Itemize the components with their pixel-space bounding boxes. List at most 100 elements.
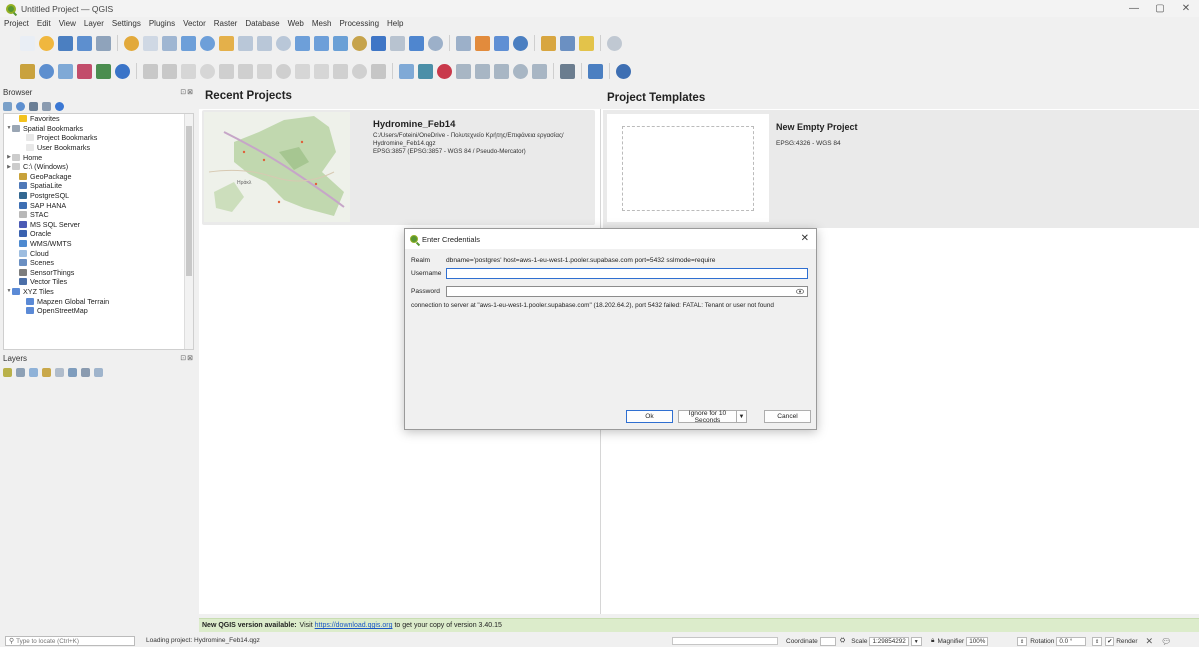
toolbar-tool-icon[interactable] (437, 63, 452, 79)
toolbar-tool-icon[interactable] (616, 63, 631, 79)
toolbar-tool-icon[interactable] (532, 63, 547, 79)
toolbar-tool-icon[interactable] (409, 35, 424, 51)
info-icon[interactable] (55, 101, 64, 111)
toolbar-tool-icon[interactable] (58, 35, 73, 51)
scale-dropdown-icon[interactable]: ▼ (910, 636, 922, 646)
browser-tree[interactable]: Favorites ▼ Spatial Bookmarks Project Bookm… (3, 113, 194, 350)
rotation-spin-icon[interactable]: ⇕ (1092, 636, 1103, 646)
toolbar-tool-icon[interactable] (352, 63, 367, 79)
browser-scrollbar[interactable] (184, 114, 193, 349)
toolbar-tool-icon[interactable] (257, 63, 272, 79)
toolbar-tool-icon[interactable] (295, 35, 310, 51)
filter-legend-icon[interactable] (42, 367, 51, 377)
filter-icon[interactable] (29, 101, 38, 111)
toolbar-tool-icon[interactable] (219, 35, 234, 51)
toolbar-tool-icon[interactable] (96, 63, 111, 79)
toolbar-tool-icon[interactable] (276, 63, 291, 79)
toolbar-tool-icon[interactable] (588, 63, 603, 79)
toolbar-tool-icon[interactable] (399, 63, 414, 79)
extents-toggle-icon[interactable]: ⛭ (840, 637, 845, 645)
browser-item[interactable]: User Bookmarks (4, 143, 193, 153)
toolbar-tool-icon[interactable] (115, 63, 130, 79)
toolbar-tool-icon[interactable] (475, 35, 490, 51)
browser-item[interactable]: WMS/WMTS (4, 239, 193, 249)
minimize-button[interactable]: — (1121, 3, 1147, 14)
toolbar-tool-icon[interactable] (541, 35, 556, 51)
menu-processing[interactable]: Processing (339, 19, 379, 28)
menu-edit[interactable]: Edit (37, 19, 51, 28)
panel-float-close-icon[interactable]: ⊡⊠ (180, 354, 194, 362)
messages-icon[interactable]: 💬︎ (1161, 637, 1171, 646)
maximize-button[interactable]: ▢ (1147, 3, 1173, 14)
new-empty-project-card[interactable]: New Empty Project EPSG:4326 - WGS 84 (603, 110, 1199, 228)
browser-item[interactable]: ▼ Spatial Bookmarks (4, 124, 193, 134)
ignore-dropdown-icon[interactable]: ▼ (736, 410, 747, 423)
toolbar-tool-icon[interactable] (494, 35, 509, 51)
toolbar-tool-icon[interactable] (238, 35, 253, 51)
close-icon[interactable]: ✕ (801, 233, 809, 244)
toolbar-tool-icon[interactable] (77, 63, 92, 79)
toolbar-tool-icon[interactable] (219, 63, 234, 79)
toolbar-tool-icon[interactable] (181, 63, 196, 79)
toolbar-tool-icon[interactable] (143, 63, 158, 79)
open-layer-styling-icon[interactable] (3, 367, 12, 377)
show-password-eye-icon[interactable] (796, 288, 804, 295)
toolbar-tool-icon[interactable] (371, 35, 386, 51)
browser-item[interactable]: Project Bookmarks (4, 133, 193, 143)
locator-input[interactable] (16, 637, 132, 645)
toolbar-tool-icon[interactable] (513, 63, 528, 79)
browser-item[interactable]: Mapzen Global Terrain (4, 296, 193, 306)
menu-view[interactable]: View (59, 19, 76, 28)
render-checkbox[interactable]: ✔ (1105, 636, 1115, 646)
toolbar-tool-icon[interactable] (162, 63, 177, 79)
toolbar-tool-icon[interactable] (333, 35, 348, 51)
menu-raster[interactable]: Raster (214, 19, 238, 28)
toolbar-tool-icon[interactable] (607, 35, 622, 51)
toolbar-tool-icon[interactable] (456, 63, 471, 79)
browser-item[interactable]: Cloud (4, 248, 193, 258)
toolbar-tool-icon[interactable] (456, 35, 471, 51)
collapse-all-icon[interactable] (81, 367, 90, 377)
menu-vector[interactable]: Vector (183, 19, 206, 28)
locator-bar[interactable]: ⚲ (5, 636, 135, 646)
browser-item[interactable]: ▶ Home (4, 152, 193, 162)
toolbar-tool-icon[interactable] (200, 63, 215, 79)
magnifier-spin-icon[interactable]: ⇕ (1017, 636, 1028, 646)
toolbar-tool-icon[interactable] (96, 35, 111, 51)
rotation-field[interactable]: 0.0 ° (1056, 636, 1087, 646)
toolbar-tool-icon[interactable] (390, 35, 405, 51)
toolbar-tool-icon[interactable] (143, 35, 158, 51)
menu-web[interactable]: Web (288, 19, 304, 28)
browser-item[interactable]: ▶ C:\ (Windows) (4, 162, 193, 172)
toolbar-tool-icon[interactable] (475, 63, 490, 79)
menu-layer[interactable]: Layer (84, 19, 104, 28)
toolbar-tool-icon[interactable] (513, 35, 528, 51)
browser-item[interactable]: ▼ XYZ Tiles (4, 287, 193, 297)
toolbar-tool-icon[interactable] (162, 35, 177, 51)
magnifier-field[interactable]: 100% (966, 636, 989, 646)
lock-icon[interactable]: 🔒︎ (931, 637, 934, 645)
toolbar-tool-icon[interactable] (257, 35, 272, 51)
toolbar-tool-icon[interactable] (238, 63, 253, 79)
scale-combo[interactable]: 1:29854292 (869, 636, 909, 646)
menu-database[interactable]: Database (245, 19, 279, 28)
toolbar-tool-icon[interactable] (418, 63, 433, 79)
browser-item[interactable]: MS SQL Server (4, 220, 193, 230)
toolbar-tool-icon[interactable] (124, 35, 139, 51)
toolbar-tool-icon[interactable] (333, 63, 348, 79)
toolbar-tool-icon[interactable] (371, 63, 386, 79)
recent-project-card[interactable]: Ηράκλ Hydromine_Feb14 C:/Users/Foteini/O… (202, 110, 595, 225)
browser-item[interactable]: Vector Tiles (4, 277, 193, 287)
panel-float-close-icon[interactable]: ⊡⊠ (180, 88, 194, 96)
toolbar-tool-icon[interactable] (560, 35, 575, 51)
ok-button[interactable]: Ok (626, 410, 673, 423)
refresh-icon[interactable] (16, 101, 25, 111)
download-link[interactable]: https://download.qgis.org (315, 622, 393, 629)
crs-icon[interactable]: ✕ (1146, 636, 1154, 647)
browser-item[interactable]: SensorThings (4, 268, 193, 278)
toolbar-tool-icon[interactable] (20, 35, 35, 51)
toolbar-tool-icon[interactable] (39, 35, 54, 51)
toolbar-tool-icon[interactable] (428, 35, 443, 51)
browser-item[interactable]: Favorites (4, 114, 193, 124)
add-selected-layers-icon[interactable] (3, 101, 12, 111)
